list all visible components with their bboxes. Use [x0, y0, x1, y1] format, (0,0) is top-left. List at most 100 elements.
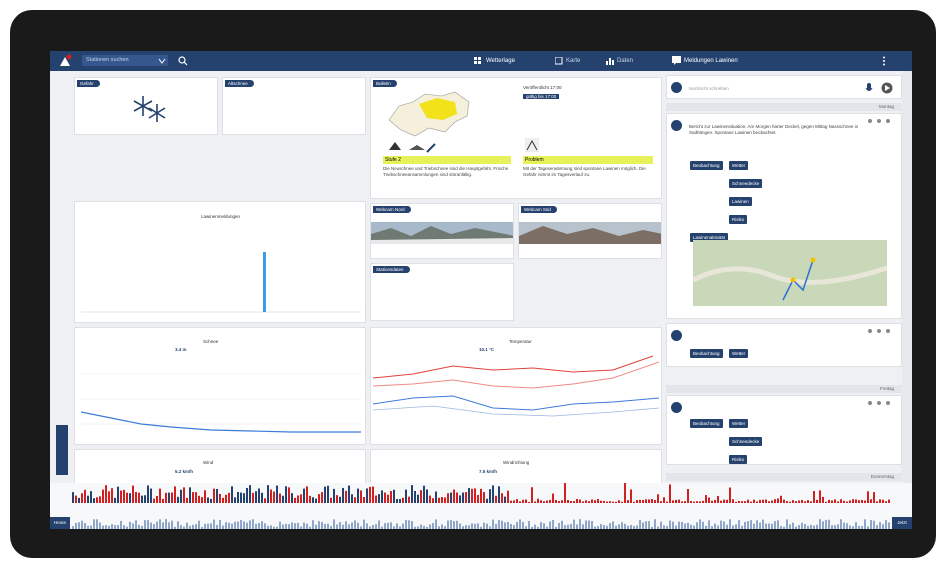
timeline-bar [591, 521, 593, 529]
timeline-bar [117, 525, 119, 529]
feed-post-2[interactable]: Beobachtung Wetter [666, 323, 902, 367]
chevron-down-icon[interactable] [158, 57, 166, 65]
timeline-bar [426, 489, 428, 503]
timeline-bar [144, 495, 146, 503]
timeline-bar [471, 488, 473, 503]
microphone-icon[interactable] [865, 83, 873, 93]
chip-3-3[interactable]: Schneedecke [729, 437, 763, 446]
search-icon[interactable] [178, 56, 188, 66]
timeline-bar [357, 522, 359, 529]
bulletin-tag: Bulletin [373, 80, 397, 87]
app-logo-icon[interactable] [58, 54, 72, 68]
timeline-bar [645, 499, 647, 503]
timeline-bar [486, 498, 488, 503]
timeline-bar [495, 523, 497, 529]
timeline-bar [594, 526, 596, 529]
timeline-bar [165, 519, 167, 529]
timeline-bar [87, 495, 89, 503]
timeline-bar [411, 520, 413, 529]
post-3-actions-icon[interactable] [867, 400, 895, 406]
menu-wetterlage[interactable]: Wetterlage [486, 51, 515, 71]
timeline-left-label: Heute [50, 517, 70, 529]
timeline-bar [297, 522, 299, 529]
chip-1[interactable]: Beobachtung [690, 161, 723, 170]
timeline-bar [606, 525, 608, 529]
bar-chart-icon [606, 58, 614, 65]
timeline-bar [693, 525, 695, 529]
reply-box[interactable]: Nachricht schreiben [666, 75, 902, 99]
timeline-bar [624, 483, 626, 503]
timeline-bar [246, 522, 248, 529]
chip-5[interactable]: Risiko [729, 215, 748, 224]
timeline-bar [93, 519, 95, 529]
timeline-bar [108, 491, 110, 503]
timeline-bar [447, 520, 449, 529]
webcam-panel-1[interactable]: Webcam Nord [370, 203, 514, 259]
timeline-bar [114, 497, 116, 503]
timeline-bar [843, 522, 845, 529]
date-separator-3: Donnerstag [666, 473, 902, 481]
timeline-bar [567, 524, 569, 529]
timeline-bar [225, 522, 227, 529]
timeline-bar [282, 495, 284, 503]
timeline-bar [204, 490, 206, 503]
timeline-bar [129, 493, 131, 503]
timeline-bar [99, 522, 101, 529]
timeline-bar [582, 501, 584, 503]
timeline-bar [636, 500, 638, 503]
chip-4[interactable]: Lawinen [729, 197, 752, 206]
timeline-bar [714, 523, 716, 529]
timeline-bar [882, 524, 884, 529]
timeline-bar [285, 486, 287, 503]
chip-2-1[interactable]: Beobachtung [690, 349, 723, 358]
timeline-bar [270, 525, 272, 529]
timeline-bar [828, 519, 830, 529]
menu-karte[interactable]: Karte [566, 51, 580, 71]
timeline-bar [144, 520, 146, 529]
search-input[interactable]: Stationen suchen [82, 55, 168, 66]
menu-daten[interactable]: Daten [617, 51, 633, 71]
feed-post-1[interactable]: Bericht zur Lawinensituation. Am Morgen … [666, 113, 902, 319]
chip-2[interactable]: Wetter [728, 161, 749, 170]
post-1-actions-icon[interactable] [867, 118, 895, 124]
timeline-bar [741, 501, 743, 503]
more-icon[interactable] [882, 56, 886, 66]
timeline-bar [621, 501, 623, 503]
timeline-bar [702, 521, 704, 529]
timeline-bar [822, 521, 824, 529]
timeline-bar [552, 493, 554, 503]
feed-post-3[interactable]: Beobachtung Wetter Schneedecke Risiko [666, 395, 902, 465]
timeline-bar [237, 492, 239, 503]
post-2-actions-icon[interactable] [867, 328, 895, 334]
send-icon[interactable] [881, 82, 893, 94]
snow-chart-value: 3.4 m [175, 347, 187, 352]
chip-2-2[interactable]: Wetter [728, 349, 749, 358]
timeline-bar [90, 491, 92, 503]
timeline-bar [570, 500, 572, 503]
post-1-map[interactable] [693, 240, 887, 306]
timeline-bar [516, 499, 518, 503]
timeline-bar [630, 489, 632, 503]
timeline-bar [285, 523, 287, 529]
chip-3-2[interactable]: Wetter [728, 419, 749, 428]
feed-title: Meldungen Lawinen [684, 58, 738, 64]
chip-3[interactable]: Schneedecke [729, 179, 763, 188]
timeline-bar [633, 501, 635, 503]
timeline-bar [429, 495, 431, 503]
timeline-bar [213, 488, 215, 503]
timeline-histogram[interactable] [50, 483, 912, 529]
timeline-bar [768, 501, 770, 503]
webcam-panel-2[interactable]: Webcam Süd [518, 203, 662, 259]
timeline-bar [348, 524, 350, 529]
timeline-bar [111, 488, 113, 503]
timeline-bar [408, 496, 410, 503]
chip-3-4[interactable]: Risiko [729, 455, 748, 464]
timeline-bar [867, 491, 869, 503]
timeline-bar [813, 491, 815, 503]
timeline-bar [753, 499, 755, 503]
timeline-bar [627, 500, 629, 503]
timeline-bar [531, 487, 533, 503]
timeline-bar [252, 492, 254, 503]
timeline-bar [198, 520, 200, 529]
chip-3-1[interactable]: Beobachtung [690, 419, 723, 428]
